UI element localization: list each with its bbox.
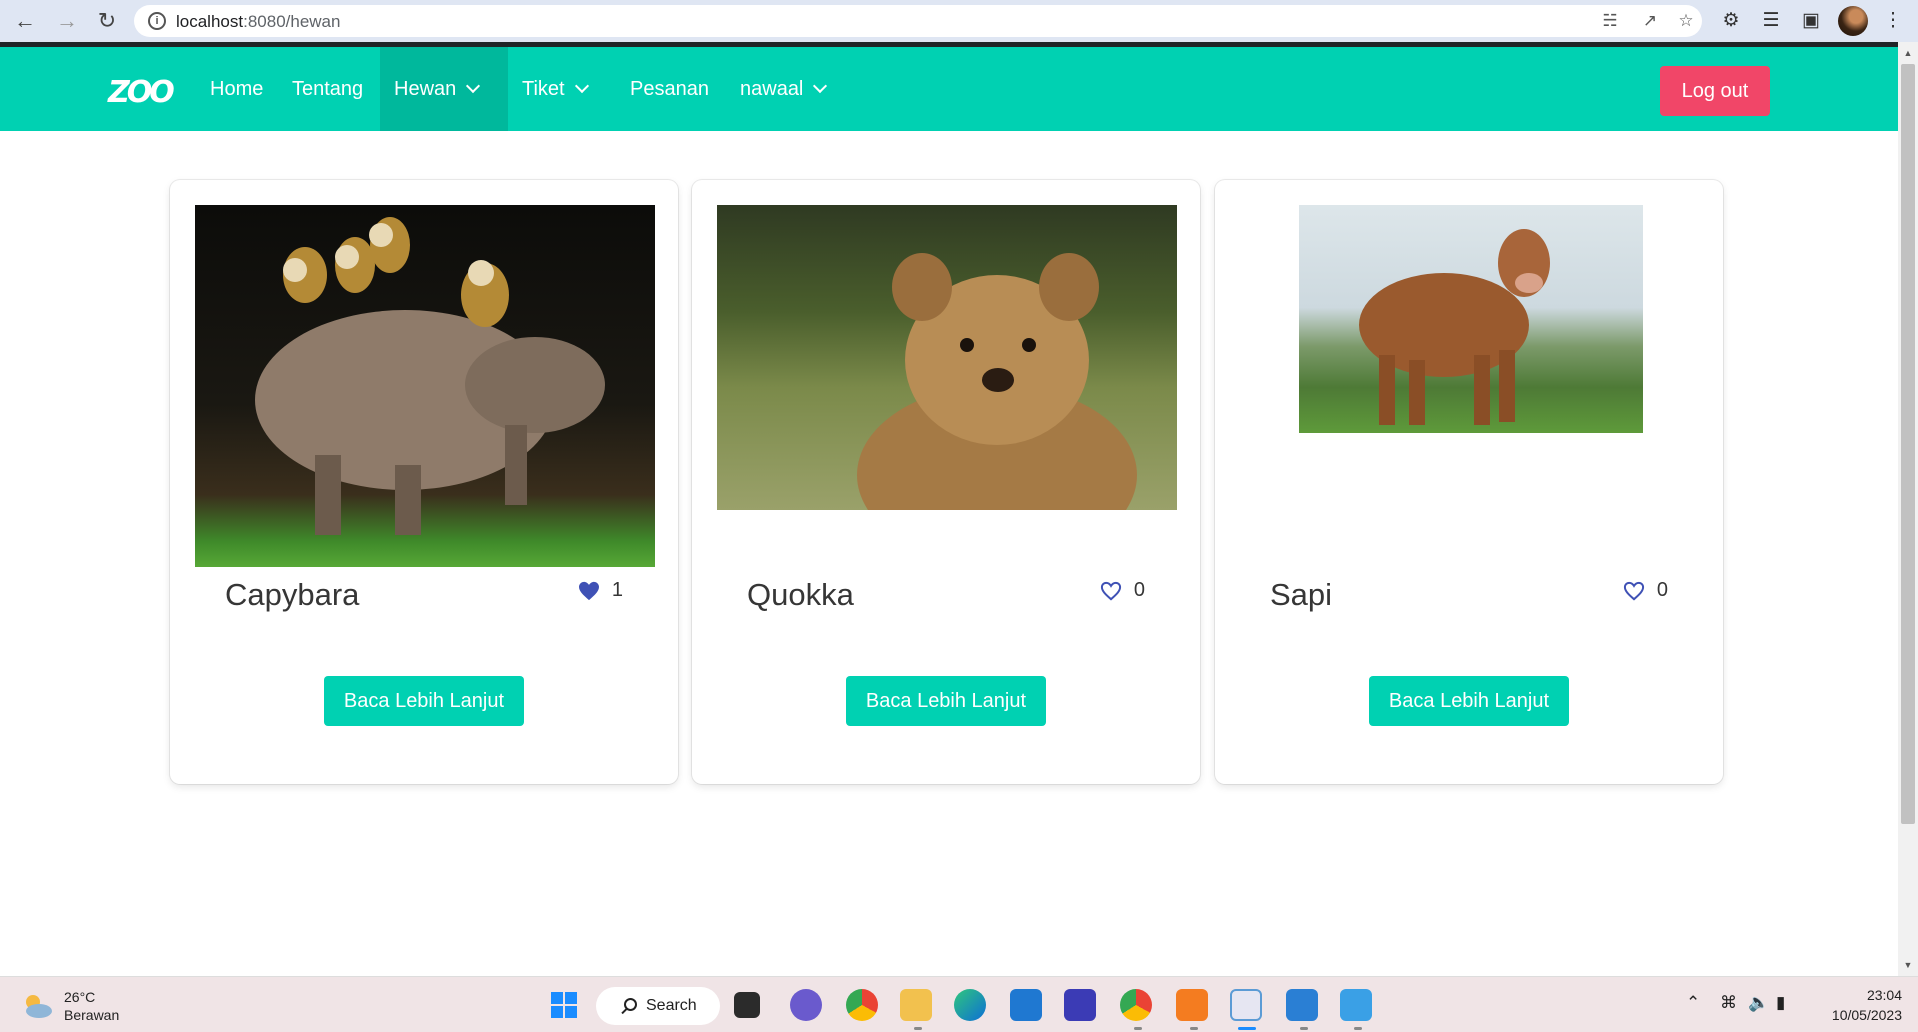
animal-name: Quokka (747, 577, 854, 612)
animal-name: Sapi (1270, 577, 1333, 612)
photos-icon[interactable] (1340, 989, 1372, 1021)
forward-icon[interactable]: → (52, 6, 82, 36)
chevron-down-icon (813, 78, 828, 94)
scroll-down-icon[interactable]: ▼ (1902, 960, 1914, 972)
volume-icon[interactable]: 🔈 (1748, 993, 1769, 1013)
nav-tiket-dropdown[interactable]: Tiket (508, 47, 601, 131)
extensions-icon[interactable]: ⚙ (1718, 8, 1744, 34)
page-scrollbar[interactable]: ▲ ▼ (1898, 42, 1918, 976)
like-counter[interactable]: 1 (578, 579, 623, 602)
web-page: ZOO Home Tentang Hewan Tiket Pesanan naw… (0, 47, 1898, 976)
mail-icon[interactable] (1010, 989, 1042, 1021)
media-icon[interactable]: ☰ (1758, 8, 1784, 34)
file-explorer-icon[interactable] (900, 989, 932, 1021)
running-indicator (1190, 1027, 1198, 1030)
search-icon (624, 998, 637, 1011)
running-indicator (1300, 1027, 1308, 1030)
read-more-button[interactable]: Baca Lebih Lanjut (1369, 676, 1569, 726)
like-count: 0 (1656, 579, 1668, 601)
running-indicator (1134, 1027, 1142, 1030)
chevron-down-icon (466, 78, 481, 94)
animal-card-quokka: Quokka 0 Baca Lebih Lanjut (692, 180, 1200, 784)
show-hidden-icons-chevron-icon[interactable]: ⌃ (1686, 993, 1700, 1013)
side-panel-icon[interactable]: ▣ (1798, 8, 1824, 34)
chrome-icon[interactable] (846, 989, 878, 1021)
running-indicator (914, 1027, 922, 1030)
site-navbar: ZOO Home Tentang Hewan Tiket Pesanan naw… (0, 47, 1898, 131)
bookmark-star-icon[interactable]: ☆ (1674, 9, 1698, 33)
read-more-button[interactable]: Baca Lebih Lanjut (324, 676, 524, 726)
snipping-tool-icon[interactable] (1230, 989, 1262, 1021)
animal-card-capybara: Capybara 1 Baca Lebih Lanjut (170, 180, 678, 784)
task-view-icon[interactable] (734, 992, 760, 1018)
url-text[interactable]: localhost:8080/hewan (176, 12, 340, 32)
profile-avatar[interactable] (1838, 6, 1868, 36)
back-icon[interactable]: ← (10, 6, 40, 36)
heart-outline-icon[interactable] (1623, 581, 1645, 601)
like-counter[interactable]: 0 (1100, 579, 1145, 602)
heart-outline-icon[interactable] (1100, 581, 1122, 601)
chrome-profile-icon[interactable] (1120, 989, 1152, 1021)
capybara-image (195, 205, 655, 567)
zoo-logo[interactable]: ZOO (108, 75, 180, 110)
like-count: 0 (1133, 579, 1145, 601)
address-bar[interactable]: i localhost:8080/hewan ☵ ↗ ☆ (134, 5, 1702, 37)
weather-description: Berawan (64, 1007, 120, 1023)
translate-icon[interactable]: ☵ (1598, 9, 1622, 33)
nav-tentang[interactable]: Tentang (278, 47, 377, 131)
windows-taskbar: 26°C Berawan Search ⌃ ⌘ 🔈 ▮ 23:04 10/05/… (0, 976, 1918, 1032)
animal-card-sapi: Sapi 0 Baca Lebih Lanjut (1215, 180, 1723, 784)
like-count: 1 (611, 579, 623, 601)
xampp-icon[interactable] (1176, 989, 1208, 1021)
teams-chat-icon[interactable] (790, 989, 822, 1021)
wifi-icon[interactable]: ⌘ (1720, 993, 1737, 1013)
weather-widget[interactable]: 26°C Berawan (20, 987, 150, 1027)
share-icon[interactable]: ↗ (1638, 9, 1662, 33)
scroll-up-icon[interactable]: ▲ (1902, 48, 1914, 60)
chevron-down-icon (574, 78, 589, 94)
logout-button[interactable]: Log out (1660, 66, 1770, 116)
cloudy-weather-icon (26, 995, 52, 1018)
app-icon[interactable] (1064, 989, 1096, 1021)
nav-user-dropdown[interactable]: nawaal (726, 47, 839, 131)
like-counter[interactable]: 0 (1623, 579, 1668, 602)
battery-icon[interactable]: ▮ (1776, 993, 1785, 1013)
taskbar-clock[interactable]: 23:04 10/05/2023 (1812, 985, 1902, 1025)
windows-start-icon[interactable] (548, 989, 580, 1021)
taskbar-search[interactable]: Search (596, 987, 720, 1025)
nav-hewan-dropdown[interactable]: Hewan (380, 47, 508, 131)
reload-icon[interactable]: ↻ (92, 6, 122, 36)
sapi-image (1299, 205, 1643, 433)
heart-filled-icon[interactable] (578, 581, 600, 601)
nav-home[interactable]: Home (196, 47, 277, 131)
browser-menu-icon[interactable]: ⋮ (1880, 8, 1906, 34)
nav-pesanan[interactable]: Pesanan (616, 47, 723, 131)
vscode-icon[interactable] (1286, 989, 1318, 1021)
scrollbar-thumb[interactable] (1901, 64, 1915, 824)
edge-icon[interactable] (954, 989, 986, 1021)
site-info-icon[interactable]: i (148, 12, 166, 30)
read-more-button[interactable]: Baca Lebih Lanjut (846, 676, 1046, 726)
active-indicator (1238, 1027, 1256, 1030)
running-indicator (1354, 1027, 1362, 1030)
browser-toolbar: ← → ↻ i localhost:8080/hewan ☵ ↗ ☆ ⚙ ☰ ▣… (0, 0, 1918, 42)
animal-name: Capybara (225, 577, 360, 612)
quokka-image (717, 205, 1177, 510)
weather-temperature: 26°C (64, 989, 96, 1005)
